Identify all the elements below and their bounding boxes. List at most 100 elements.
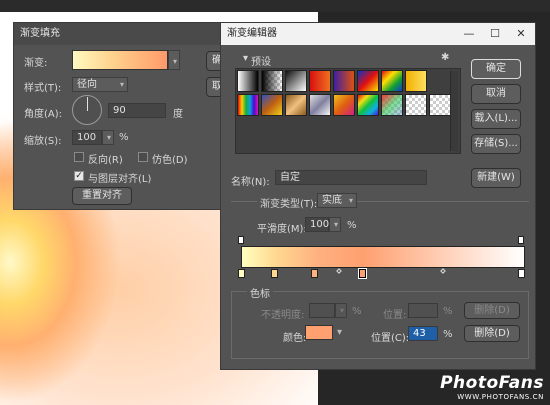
preset-swatch[interactable] (381, 70, 403, 92)
gradient-fill-dialog: 渐变填充 渐变: ▾ 样式(T): 径向 ▾ 角度(A): 90 度 缩放(S)… (13, 22, 228, 210)
chevron-down-icon: ▾ (348, 196, 353, 205)
stops-label: 色标 (247, 285, 273, 300)
gradient-type-value: 实底 (322, 195, 342, 206)
gradient-bar[interactable] (241, 246, 525, 268)
gradient-swatch[interactable] (72, 50, 168, 70)
style-label: 样式(T): (24, 83, 62, 94)
scale-unit: % (119, 132, 129, 143)
angle-dial[interactable] (72, 95, 102, 125)
close-icon[interactable]: ✕ (509, 23, 533, 45)
gradient-editor-dialog: 渐变编辑器 — ☐ ✕ ▾ 预设 ✱ 确定 取消 载入(L)... 存储(S).… (220, 22, 536, 370)
smoothness-dropdown[interactable]: ▾ (329, 217, 341, 232)
preset-swatch[interactable] (357, 70, 379, 92)
preset-swatch[interactable] (405, 94, 427, 116)
dither-label: 仿色(D) (152, 155, 188, 166)
angle-input[interactable]: 90 (108, 103, 166, 118)
scale-input[interactable]: 100 (72, 130, 102, 145)
opacity-stop-right[interactable] (518, 236, 524, 244)
preset-swatch[interactable] (261, 94, 283, 116)
gradient-type-select[interactable]: 实底 ▾ (317, 193, 357, 208)
watermark-brand: PhotoFans (440, 373, 544, 393)
color-stop-selected[interactable] (359, 269, 366, 278)
scale-dropdown[interactable]: ▾ (102, 130, 114, 145)
location-label: 位置(C): (371, 333, 410, 344)
style-select[interactable]: 径向 ▾ (72, 77, 128, 92)
smoothness-label: 平滑度(M): (257, 224, 307, 235)
opacity-stop-left[interactable] (238, 236, 244, 244)
angle-dial-needle (87, 97, 88, 111)
stop-color-swatch[interactable] (305, 325, 333, 340)
midpoint-diamond[interactable] (336, 268, 342, 274)
watermark-url: WWW.PHOTOFANS.CN (457, 393, 544, 401)
presets-label: 预设 (251, 57, 271, 68)
preset-swatch[interactable] (261, 70, 283, 92)
color-label: 颜色: (283, 333, 307, 344)
preset-swatch[interactable] (237, 70, 259, 92)
gradient-type-label: 渐变类型(T): (257, 195, 321, 210)
midpoint-diamond[interactable] (440, 268, 446, 274)
align-checkbox[interactable]: ✓ (74, 171, 84, 181)
chevron-down-icon[interactable]: ▾ (337, 327, 342, 338)
color-stop[interactable] (518, 269, 525, 278)
location-top-input (408, 303, 438, 318)
preset-swatch[interactable] (285, 94, 307, 116)
dither-checkbox[interactable] (138, 152, 148, 162)
preset-swatch[interactable] (405, 70, 427, 92)
gradient-label: 渐变: (24, 58, 48, 69)
chevron-down-icon: ▾ (172, 57, 177, 66)
ok-button[interactable]: 确定 (471, 59, 521, 79)
checkmark-icon: ✓ (75, 171, 83, 181)
location-top-label: 位置: (383, 310, 407, 321)
preset-swatch[interactable] (429, 94, 451, 116)
preset-swatch[interactable] (285, 70, 307, 92)
align-label: 与图层对齐(L) (88, 174, 152, 185)
location-unit: % (443, 329, 453, 340)
smoothness-unit: % (347, 220, 357, 231)
save-button[interactable]: 存储(S)... (471, 134, 521, 154)
reverse-checkbox[interactable] (74, 152, 84, 162)
presets-expand-icon[interactable]: ▾ (243, 53, 248, 64)
delete-color-stop-button[interactable]: 删除(D) (464, 325, 520, 342)
gradient-swatch-dropdown[interactable]: ▾ (168, 50, 180, 70)
photofans-watermark: PhotoFans WWW.PHOTOFANS.CN (440, 373, 544, 401)
preset-swatch[interactable] (237, 94, 259, 116)
delete-opacity-stop-button: 删除(D) (464, 302, 520, 319)
preset-swatch[interactable] (333, 70, 355, 92)
angle-label: 角度(A): (24, 109, 63, 120)
preset-swatch[interactable] (333, 94, 355, 116)
chevron-down-icon: ▾ (119, 80, 124, 89)
color-stop[interactable] (311, 269, 318, 278)
cancel-button[interactable]: 取消 (471, 84, 521, 104)
preset-swatch[interactable] (309, 94, 331, 116)
location-top-unit: % (443, 306, 453, 317)
presets-panel (235, 68, 461, 154)
location-input[interactable]: 43 (408, 326, 438, 341)
style-value: 径向 (77, 79, 97, 90)
angle-unit: 度 (173, 109, 183, 120)
preset-swatch[interactable] (381, 94, 403, 116)
chevron-down-icon: ▾ (106, 133, 111, 142)
preset-swatch[interactable] (309, 70, 331, 92)
preset-swatch[interactable] (357, 94, 379, 116)
gear-icon[interactable]: ✱ (441, 52, 449, 63)
load-button[interactable]: 载入(L)... (471, 109, 521, 129)
scale-label: 缩放(S): (24, 136, 62, 147)
gradient-fill-title: 渐变填充 (14, 23, 227, 45)
color-stop[interactable] (238, 269, 245, 278)
reverse-label: 反向(R) (88, 155, 123, 166)
new-button[interactable]: 新建(W) (471, 168, 521, 188)
reset-align-button[interactable]: 重置对齐 (72, 187, 132, 205)
presets-scrollbar[interactable] (450, 71, 458, 151)
chevron-down-icon: ▾ (339, 306, 344, 315)
maximize-icon[interactable]: ☐ (483, 23, 507, 45)
opacity-dropdown: ▾ (335, 303, 347, 318)
name-input[interactable]: 自定 (275, 170, 427, 185)
chevron-down-icon: ▾ (333, 220, 338, 229)
minimize-icon[interactable]: — (457, 23, 481, 45)
smoothness-input[interactable]: 100 (305, 217, 329, 232)
color-stop[interactable] (271, 269, 278, 278)
opacity-unit: % (352, 306, 362, 317)
opacity-label: 不透明度: (261, 310, 305, 321)
opacity-input (309, 303, 335, 318)
workspace-top-bar (0, 0, 550, 12)
